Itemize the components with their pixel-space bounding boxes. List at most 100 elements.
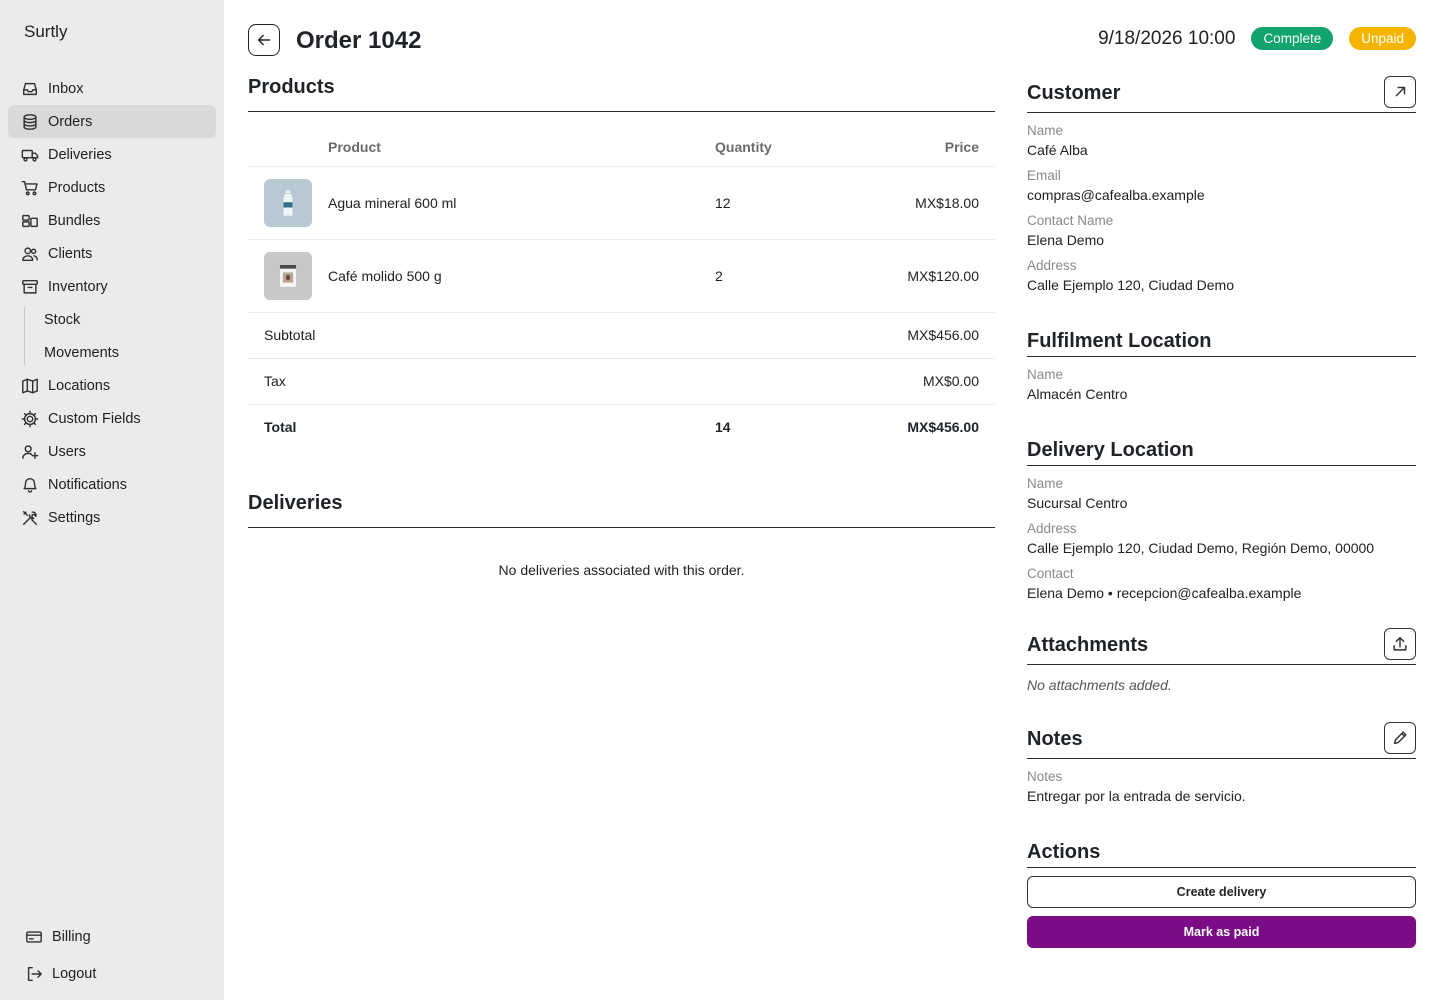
sidebar-item-inbox[interactable]: Inbox <box>8 72 216 105</box>
back-button[interactable] <box>248 24 280 56</box>
sidebar-item-billing[interactable]: Billing <box>16 920 216 953</box>
actions-title: Actions <box>1027 840 1101 863</box>
attachments-header: Attachments <box>1027 624 1416 665</box>
table-row[interactable]: Agua mineral 600 ml 12 MX$18.00 <box>248 166 995 240</box>
thumb-col-header <box>248 128 328 167</box>
subtotal-label: Subtotal <box>248 312 715 359</box>
fulfilment-header: Fulfilment Location <box>1027 323 1416 357</box>
col-header-price: Price <box>845 128 995 167</box>
mark-as-paid-button[interactable]: Mark as paid <box>1027 916 1416 948</box>
customer-email: compras@cafealba.example <box>1027 187 1205 203</box>
main-content: Products Product Quantity Price Agua min… <box>248 76 995 578</box>
upload-attachment-button[interactable] <box>1384 628 1416 660</box>
actions-section: Actions Create delivery Mark as paid <box>1027 834 1416 948</box>
sidebar-item-custom-fields[interactable]: Custom Fields <box>8 402 216 435</box>
sidebar-nav: Inbox Orders Deliveries Products Bundles… <box>8 72 216 534</box>
customer-header: Customer <box>1027 72 1416 113</box>
product-name: Café molido 500 g <box>328 239 715 313</box>
sidebar-bottom: Billing Logout <box>16 920 216 990</box>
actions-header: Actions <box>1027 834 1416 868</box>
cart-icon <box>20 178 40 198</box>
sidebar-item-stock[interactable]: Stock <box>8 303 216 336</box>
products-title: Products <box>248 76 335 98</box>
sidebar-item-products[interactable]: Products <box>8 171 216 204</box>
attachments-section: Attachments No attachments added. <box>1027 624 1416 693</box>
sidebar-item-orders[interactable]: Orders <box>8 105 216 138</box>
deliveries-section: Deliveries No deliveries associated with… <box>248 492 995 578</box>
sidebar-item-movements[interactable]: Movements <box>8 336 216 369</box>
sidebar-item-locations[interactable]: Locations <box>8 369 216 402</box>
table-header-row: Product Quantity Price <box>248 128 995 167</box>
open-customer-button[interactable] <box>1384 76 1416 108</box>
product-price: MX$120.00 <box>845 239 995 313</box>
upload-icon <box>1391 635 1409 653</box>
sidebar-item-label: Stock <box>44 311 81 328</box>
product-thumb-cell <box>248 239 328 313</box>
delivery-location-address: Calle Ejemplo 120, Ciudad Demo, Región D… <box>1027 540 1375 556</box>
user-plus-icon <box>20 442 40 462</box>
notes-value: Entregar por la entrada de servicio. <box>1027 788 1246 804</box>
sidebar-item-users[interactable]: Users <box>8 435 216 468</box>
details-panel: Customer Name Café Alba Email compras@ca… <box>1027 72 1416 948</box>
create-delivery-button[interactable]: Create delivery <box>1027 876 1416 908</box>
sidebar: Surtly Inbox Orders Deliveries Products … <box>0 0 224 1000</box>
product-quantity: 12 <box>715 166 845 240</box>
total-quantity: 14 <box>715 419 731 436</box>
sidebar-item-label: Clients <box>48 245 93 262</box>
sidebar-item-notifications[interactable]: Notifications <box>8 468 216 501</box>
tools-icon <box>20 508 40 528</box>
field-label: Email <box>1027 168 1061 183</box>
archive-icon <box>20 277 40 297</box>
water-bottle-icon <box>264 178 312 227</box>
deliveries-empty-message: No deliveries associated with this order… <box>498 562 745 578</box>
delivery-location-section: Delivery Location Name Sucursal Centro A… <box>1027 432 1416 601</box>
delivery-location-header: Delivery Location <box>1027 432 1416 466</box>
bundles-icon <box>20 211 40 231</box>
notes-header: Notes <box>1027 718 1416 759</box>
sidebar-item-label: Movements <box>44 344 119 361</box>
field-label: Name <box>1027 367 1064 382</box>
sidebar-item-label: Settings <box>48 509 101 526</box>
customer-title: Customer <box>1027 82 1121 104</box>
customer-name: Café Alba <box>1027 142 1088 158</box>
sidebar-item-label: Logout <box>52 965 97 982</box>
edit-notes-button[interactable] <box>1384 722 1416 754</box>
order-datetime: 9/18/2026 10:00 <box>1098 27 1236 49</box>
fulfilment-title: Fulfilment Location <box>1027 329 1212 352</box>
payment-badge: Unpaid <box>1349 27 1416 50</box>
product-quantity: 2 <box>715 239 845 313</box>
sidebar-item-label: Products <box>48 179 106 196</box>
sidebar-item-settings[interactable]: Settings <box>8 501 216 534</box>
sidebar-item-label: Inbox <box>48 80 84 97</box>
sidebar-item-bundles[interactable]: Bundles <box>8 204 216 237</box>
sidebar-item-label: Bundles <box>48 212 101 229</box>
sidebar-item-logout[interactable]: Logout <box>16 957 216 990</box>
field-label: Contact Name <box>1027 213 1114 228</box>
users-icon <box>20 244 40 264</box>
fulfilment-section: Fulfilment Location Name Almacén Centro <box>1027 323 1416 402</box>
notes-title: Notes <box>1027 728 1083 750</box>
brand-logo[interactable]: Surtly <box>24 22 67 42</box>
inventory-submenu: Stock Movements <box>8 303 216 369</box>
subtotal-value: MX$456.00 <box>845 312 995 359</box>
sidebar-item-label: Billing <box>52 928 91 945</box>
products-header: Products <box>248 76 995 112</box>
field-label: Notes <box>1027 769 1063 784</box>
delivery-location-title: Delivery Location <box>1027 438 1194 461</box>
map-icon <box>20 376 40 396</box>
page-title: Order 1042 <box>296 27 422 54</box>
col-header-quantity: Quantity <box>715 128 845 167</box>
tax-label: Tax <box>248 358 715 405</box>
sidebar-item-clients[interactable]: Clients <box>8 237 216 270</box>
total-label: Total <box>264 419 297 436</box>
order-meta: 9/18/2026 10:00 Complete Unpaid <box>1098 27 1416 50</box>
table-row[interactable]: Café molido 500 g 2 MX$120.00 <box>248 239 995 313</box>
sidebar-item-label: Users <box>48 443 86 460</box>
sidebar-item-deliveries[interactable]: Deliveries <box>8 138 216 171</box>
sidebar-item-inventory[interactable]: Inventory <box>8 270 216 303</box>
bell-icon <box>20 475 40 495</box>
subtotal-row: Subtotal MX$456.00 <box>248 312 995 359</box>
coffee-bag-icon <box>264 251 312 300</box>
customer-address: Calle Ejemplo 120, Ciudad Demo <box>1027 277 1234 293</box>
delivery-location-contact: Elena Demo • recepcion@cafealba.example <box>1027 585 1302 601</box>
